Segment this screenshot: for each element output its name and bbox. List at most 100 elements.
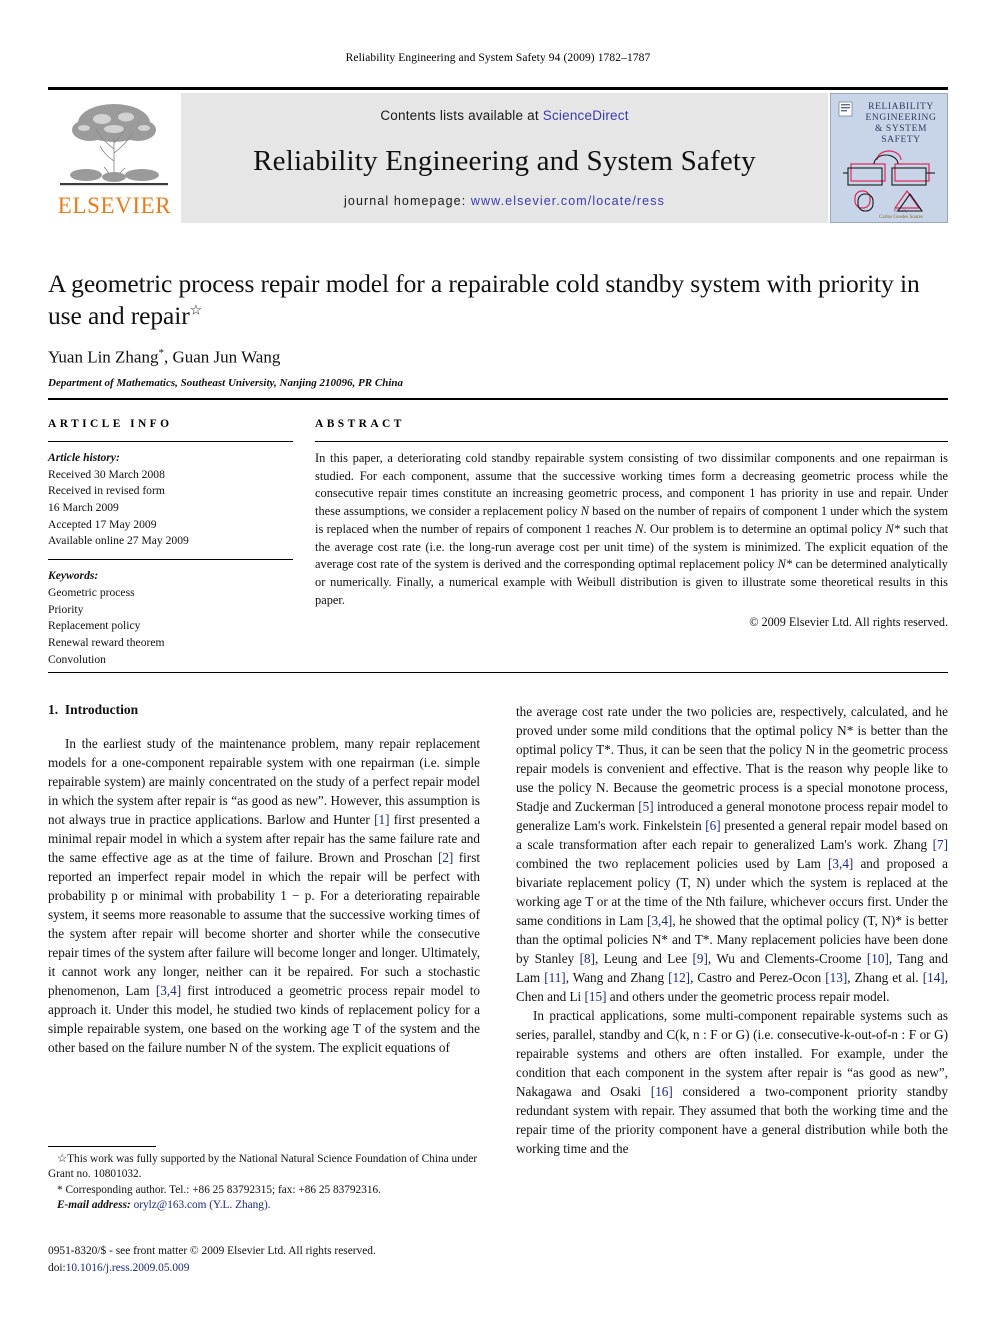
- footnote-funding-text: This work was fully supported by the Nat…: [48, 1153, 478, 1181]
- citation-ref[interactable]: [5]: [638, 799, 653, 814]
- section-title: Introduction: [64, 702, 139, 717]
- email-label: E-mail address:: [57, 1198, 131, 1211]
- paper-title-text: A geometric process repair model for a r…: [48, 269, 920, 330]
- footnote-funding: ☆This work was fully supported by the Na…: [48, 1152, 480, 1183]
- title-block: A geometric process repair model for a r…: [48, 268, 948, 389]
- footnote-rule: [48, 1146, 156, 1147]
- svg-text:ENGINEERING: ENGINEERING: [866, 113, 937, 123]
- body-column-right: the average cost rate under the two poli…: [516, 702, 948, 1247]
- article-history-group: Article history: Received 30 March 2008 …: [48, 450, 293, 550]
- homepage-prefix: journal homepage:: [344, 194, 471, 208]
- citation-ref[interactable]: [9]: [692, 951, 707, 966]
- journal-cover-thumbnail: RELIABILITY ENGINEERING & SYSTEM SAFETY: [830, 93, 948, 223]
- journal-homepage-link[interactable]: www.elsevier.com/locate/ress: [471, 194, 665, 208]
- article-info-heading: ARTICLE INFO: [48, 418, 173, 430]
- history-item: Received 30 March 2008: [48, 467, 165, 481]
- citation-ref[interactable]: [16]: [651, 1084, 673, 1099]
- citation-ref[interactable]: [10]: [867, 951, 889, 966]
- keyword-item: Convolution: [48, 652, 106, 666]
- email-owner: (Y.L. Zhang).: [209, 1198, 271, 1211]
- affiliation: Department of Mathematics, Southeast Uni…: [48, 376, 403, 389]
- info-top-rule: [48, 398, 948, 400]
- citation-ref[interactable]: [3,4]: [647, 913, 672, 928]
- info-abstract-area: ARTICLE INFO Article history: Received 3…: [48, 418, 948, 668]
- journal-masthead: ELSEVIER Contents lists available at Sci…: [48, 87, 948, 223]
- email-link[interactable]: orylz@163.com: [134, 1199, 207, 1211]
- citation-ref[interactable]: [2]: [438, 850, 453, 865]
- keyword-item: Priority: [48, 602, 84, 616]
- keyword-item: Replacement policy: [48, 619, 141, 633]
- abstract-symbol: N*: [777, 557, 793, 572]
- keyword-item: Renewal reward theorem: [48, 635, 165, 649]
- title-footnote-marker: ☆: [189, 303, 203, 319]
- keyword-item: Geometric process: [48, 585, 135, 599]
- citation-ref[interactable]: [3,4]: [828, 856, 853, 871]
- citation-ref[interactable]: [14]: [923, 970, 945, 985]
- history-item: Available online 27 May 2009: [48, 534, 189, 548]
- footnote-corresponding-text: Corresponding author. Tel.: +86 25 83792…: [65, 1183, 381, 1196]
- author-first: Yuan Lin Zhang: [48, 347, 159, 367]
- footnote-funding-marker: ☆: [57, 1153, 68, 1165]
- keywords-group: Keywords: Geometric process Priority Rep…: [48, 568, 293, 668]
- body-top-rule: [48, 672, 948, 673]
- sciencedirect-link[interactable]: ScienceDirect: [543, 108, 629, 123]
- article-info-separator: [48, 559, 293, 561]
- history-item: 16 March 2009: [48, 501, 119, 515]
- citation-ref[interactable]: [7]: [933, 837, 948, 852]
- journal-title: Reliability Engineering and System Safet…: [253, 145, 756, 177]
- citation-ref[interactable]: [11]: [544, 970, 565, 985]
- elsevier-wordmark: ELSEVIER: [57, 193, 172, 218]
- history-item: Received in revised form: [48, 484, 165, 498]
- history-item: Accepted 17 May 2009: [48, 517, 157, 531]
- elsevier-tree-icon: [56, 97, 172, 189]
- article-info-column: ARTICLE INFO Article history: Received 3…: [48, 418, 315, 668]
- author-list: Yuan Lin Zhang*, Guan Jun Wang: [48, 347, 948, 368]
- svg-text:RELIABILITY: RELIABILITY: [868, 102, 934, 112]
- paper-page: Reliability Engineering and System Safet…: [0, 0, 992, 1323]
- abstract-symbol: N: [580, 504, 589, 519]
- article-info-rule: [48, 441, 293, 442]
- contents-available-line: Contents lists available at ScienceDirec…: [181, 108, 828, 123]
- abstract-text: In this paper, a deteriorating cold stan…: [315, 450, 948, 610]
- footnote-corresponding-marker: *: [57, 1183, 63, 1196]
- contents-prefix: Contents lists available at: [380, 108, 543, 123]
- svg-text:Edited by: Edited by: [894, 209, 908, 213]
- intro-paragraph-left: In the earliest study of the maintenance…: [48, 736, 481, 1055]
- imprint-block: 0951-8320/$ - see front matter © 2009 El…: [48, 1243, 548, 1276]
- abstract-part: . Our problem is to determine an optimal…: [643, 521, 886, 536]
- citation-ref[interactable]: [1]: [374, 812, 389, 827]
- journal-homepage-line: journal homepage: www.elsevier.com/locat…: [181, 194, 828, 208]
- doi-label: doi:: [48, 1261, 66, 1274]
- doi-line: doi:10.1016/j.ress.2009.05.009: [48, 1260, 548, 1277]
- citation-ref[interactable]: [12]: [668, 970, 690, 985]
- article-history-label: Article history:: [48, 451, 120, 464]
- citation-ref[interactable]: [8]: [580, 951, 595, 966]
- page-title: A geometric process repair model for a r…: [48, 268, 948, 331]
- citation-ref[interactable]: [13]: [825, 970, 847, 985]
- abstract-symbol: N*: [885, 521, 900, 536]
- abstract-rule: [315, 441, 948, 442]
- citation-ref[interactable]: [15]: [585, 989, 607, 1004]
- citation-ref[interactable]: [6]: [705, 818, 720, 833]
- svg-text:Carlos Guedes Soares: Carlos Guedes Soares: [879, 215, 923, 220]
- doi-link[interactable]: 10.1016/j.ress.2009.05.009: [66, 1262, 190, 1274]
- intro-paragraph-right-1: the average cost rate under the two poli…: [516, 704, 949, 1004]
- footnote-email: E-mail address: orylz@163.com (Y.L. Zhan…: [48, 1198, 480, 1213]
- section-heading-introduction: 1. Introduction: [48, 702, 480, 718]
- author-rest: , Guan Jun Wang: [163, 347, 281, 367]
- issn-line: 0951-8320/$ - see front matter © 2009 El…: [48, 1245, 376, 1257]
- svg-text:SAFETY: SAFETY: [881, 135, 921, 145]
- keywords-label: Keywords:: [48, 569, 99, 583]
- abstract-column: ABSTRACT In this paper, a deteriorating …: [315, 418, 948, 668]
- footnote-block: ☆This work was fully supported by the Na…: [48, 1146, 480, 1213]
- running-head: Reliability Engineering and System Safet…: [345, 52, 651, 64]
- intro-paragraph-right-2: In practical applications, some multi-co…: [516, 1008, 948, 1156]
- elsevier-logo: ELSEVIER: [48, 93, 181, 223]
- footnote-corresponding: * Corresponding author. Tel.: +86 25 837…: [48, 1183, 480, 1198]
- abstract-heading: ABSTRACT: [315, 418, 405, 430]
- citation-ref[interactable]: [3,4]: [156, 983, 181, 998]
- journal-band: Contents lists available at ScienceDirec…: [181, 93, 828, 223]
- svg-text:& SYSTEM: & SYSTEM: [875, 124, 927, 134]
- abstract-copyright: © 2009 Elsevier Ltd. All rights reserved…: [749, 614, 948, 629]
- section-number: 1.: [48, 702, 59, 717]
